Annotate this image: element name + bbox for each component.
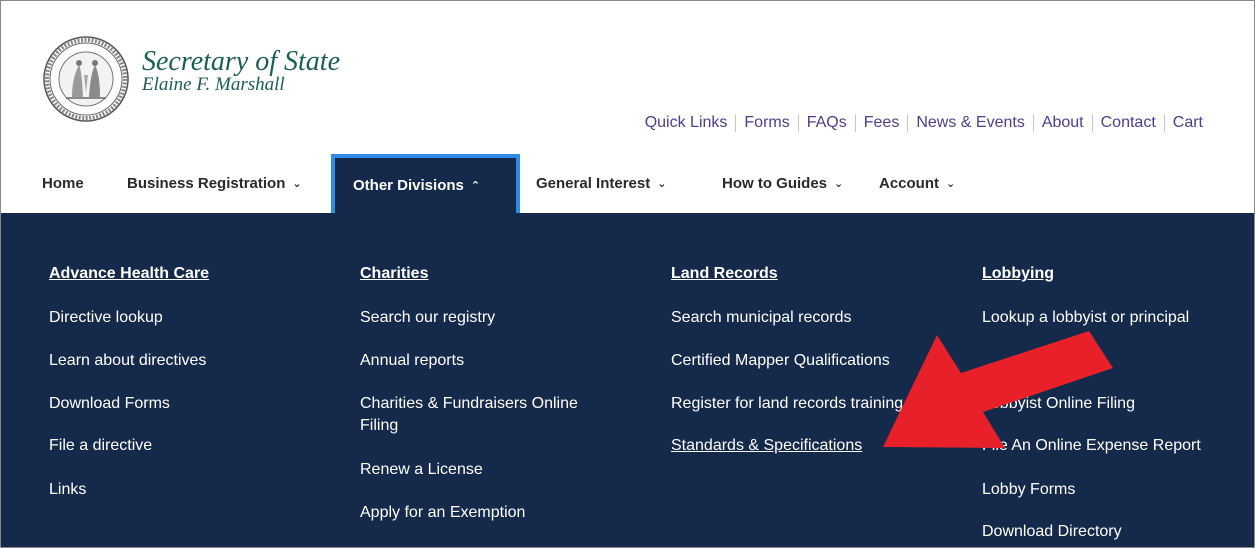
file-online-expense-report-link[interactable]: File An Online Expense Report [982, 435, 1201, 457]
lobbyist-online-filing-link[interactable]: Lobbyist Online Filing [982, 393, 1135, 415]
nav-other-divisions[interactable]: Other Divisions ⌃ [331, 154, 520, 213]
site-header: Secretary of State Elaine F. Marshall Qu… [1, 1, 1254, 154]
chevron-down-icon: ⌄ [946, 178, 956, 190]
chevron-down-icon: ⌄ [834, 178, 844, 190]
faqs-link[interactable]: FAQs [799, 114, 855, 132]
nav-other-divisions-label: Other Divisions [353, 177, 464, 194]
nav-business-registration[interactable]: Business Registration ⌄ [127, 154, 302, 213]
download-forms-link[interactable]: Download Forms [49, 393, 170, 415]
links-link[interactable]: Links [49, 479, 86, 501]
annual-reports-link[interactable]: Annual reports [360, 350, 464, 372]
nav-business-registration-label: Business Registration [127, 175, 286, 192]
chevron-down-icon: ⌄ [292, 178, 302, 190]
quick-links-link[interactable]: Quick Links [637, 114, 736, 132]
nav-how-to-guides[interactable]: How to Guides ⌄ [722, 154, 843, 213]
advance-health-care-heading[interactable]: Advance Health Care [49, 265, 209, 283]
certified-mapper-qualifications-link[interactable]: Certified Mapper Qualifications [671, 350, 890, 372]
learn-about-directives-link[interactable]: Learn about directives [49, 350, 206, 372]
nav-home-label: Home [42, 175, 84, 192]
cart-link[interactable]: Cart [1165, 114, 1203, 132]
renew-a-license-link[interactable]: Renew a License [360, 459, 483, 481]
charities-fundraisers-online-filing-link-line2[interactable]: Filing [360, 415, 398, 437]
standards-specifications-link[interactable]: Standards & Specifications [671, 435, 862, 457]
apply-for-an-exemption-link[interactable]: Apply for an Exemption [360, 502, 525, 524]
lookup-lobbyist-link[interactable]: Lookup a lobbyist or principal [982, 307, 1189, 329]
nav-how-to-guides-label: How to Guides [722, 175, 827, 192]
chevron-down-icon: ⌄ [657, 178, 667, 190]
nav-account[interactable]: Account ⌄ [879, 154, 955, 213]
charities-fundraisers-online-filing-link[interactable]: Charities & Fundraisers Online [360, 393, 578, 415]
forms-link[interactable]: Forms [736, 114, 797, 132]
fees-link[interactable]: Fees [856, 114, 908, 132]
nav-home[interactable]: Home [42, 154, 84, 213]
nav-account-label: Account [879, 175, 939, 192]
land-records-heading[interactable]: Land Records [671, 265, 778, 283]
utility-links: Quick Links Forms FAQs Fees News & Event… [637, 114, 1203, 132]
lobby-forms-link[interactable]: Lobby Forms [982, 479, 1075, 501]
search-our-registry-link[interactable]: Search our registry [360, 307, 495, 329]
contact-link[interactable]: Contact [1093, 114, 1164, 132]
news-events-link[interactable]: News & Events [908, 114, 1032, 132]
search-municipal-records-link[interactable]: Search municipal records [671, 307, 852, 329]
register-land-records-training-link[interactable]: Register for land records training [671, 393, 903, 415]
browser-frame: Secretary of State Elaine F. Marshall Qu… [0, 0, 1255, 548]
site-subtitle: Elaine F. Marshall [142, 74, 285, 95]
about-link[interactable]: About [1034, 114, 1092, 132]
site-title[interactable]: Secretary of State [142, 47, 340, 77]
charities-heading[interactable]: Charities [360, 265, 428, 283]
chevron-up-icon: ⌃ [470, 180, 481, 192]
directive-lookup-link[interactable]: Directive lookup [49, 307, 163, 329]
nc-state-seal-icon[interactable] [42, 35, 130, 123]
lobbying-heading[interactable]: Lobbying [982, 265, 1054, 283]
primary-nav: Home Business Registration ⌄ Other Divis… [1, 154, 1254, 213]
other-divisions-mega-menu: Advance Health Care Directive lookup Lea… [1, 213, 1254, 547]
nav-general-interest[interactable]: General Interest ⌄ [536, 154, 666, 213]
download-directory-link[interactable]: Download Directory [982, 521, 1122, 543]
nav-general-interest-label: General Interest [536, 175, 651, 192]
file-a-directive-link[interactable]: File a directive [49, 435, 152, 457]
